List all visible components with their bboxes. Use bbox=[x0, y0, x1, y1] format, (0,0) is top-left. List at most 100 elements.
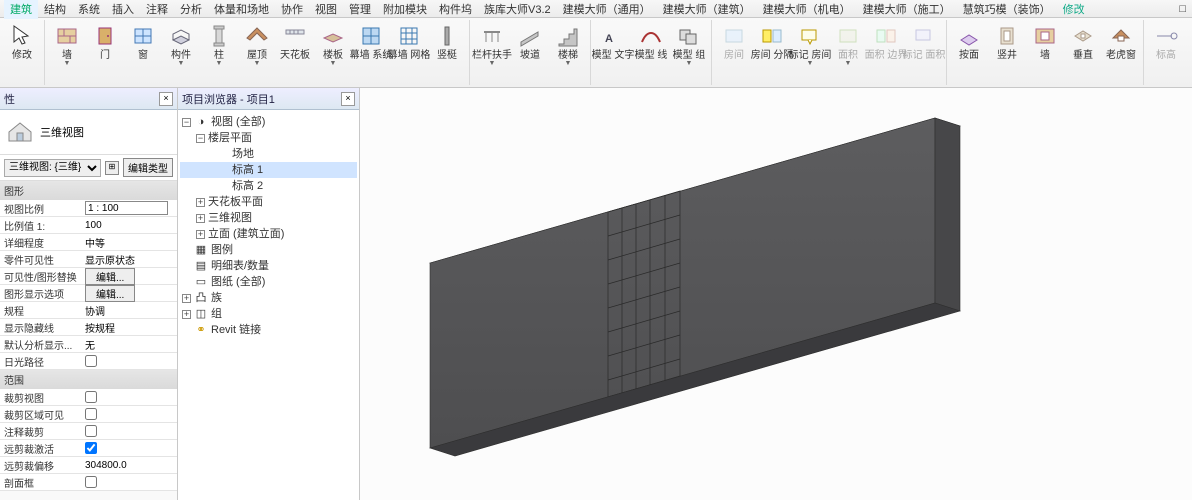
dormer-icon bbox=[1109, 24, 1133, 48]
menu-tab-zuku[interactable]: 族库大师V3.2 bbox=[478, 0, 557, 19]
level-button[interactable]: 标高 bbox=[1148, 22, 1184, 63]
tree-level1[interactable]: 标高 1 bbox=[180, 162, 357, 178]
menu-tab-massing[interactable]: 体量和场地 bbox=[208, 0, 275, 19]
menu-tab-modify[interactable]: 修改 bbox=[1057, 0, 1091, 19]
curtain-grid-button[interactable]: 幕墙 网格 bbox=[391, 22, 427, 63]
shaft-icon bbox=[995, 24, 1019, 48]
room-tag-icon bbox=[798, 24, 822, 48]
floor-button[interactable]: 楼板▼ bbox=[315, 22, 351, 69]
component-button[interactable]: 构件▼ bbox=[163, 22, 199, 69]
menu-tab-jianmo-arch[interactable]: 建模大师（建筑） bbox=[657, 0, 757, 19]
menu-tab-goujianwu[interactable]: 构件坞 bbox=[433, 0, 478, 19]
menu-tab-analyze[interactable]: 分析 bbox=[174, 0, 208, 19]
section-box-checkbox[interactable] bbox=[85, 476, 97, 488]
sun-path-checkbox[interactable] bbox=[85, 355, 97, 367]
tree-schedules[interactable]: ▤明细表/数量 bbox=[180, 258, 357, 274]
properties-panel: 性 × 三维视图 三维视图: {三维} ⊞ 编辑类型 图形 视图比例 比例值 1… bbox=[0, 88, 178, 500]
ceiling-button[interactable]: 天花板 bbox=[277, 22, 313, 63]
prop-far-clip-active: 远剪裁激活 bbox=[0, 440, 177, 457]
vg-edit-button[interactable]: 编辑... bbox=[85, 268, 135, 285]
room-button[interactable]: 房间 bbox=[716, 22, 752, 63]
dropdown-arrow-icon: ▼ bbox=[845, 61, 852, 67]
graphics-section[interactable]: 图形 bbox=[0, 181, 177, 200]
railing-button[interactable]: 栏杆扶手▼ bbox=[474, 22, 510, 69]
crop-view-checkbox[interactable] bbox=[85, 391, 97, 403]
wall-button[interactable]: 墙▼ bbox=[49, 22, 85, 69]
modify-button[interactable]: 修改 bbox=[4, 22, 40, 63]
roof-button[interactable]: 屋顶▼ bbox=[239, 22, 275, 69]
tree-families[interactable]: +凸族 bbox=[180, 290, 357, 306]
model-line-button[interactable]: 模型 线 bbox=[633, 22, 669, 63]
menu-bar: 建筑 结构 系统 插入 注释 分析 体量和场地 协作 视图 管理 附加模块 构件… bbox=[0, 0, 1192, 18]
tree-floor-plans[interactable]: −楼层平面 bbox=[180, 130, 357, 146]
view-scale-input[interactable] bbox=[85, 201, 168, 215]
menu-tab-view[interactable]: 视图 bbox=[309, 0, 343, 19]
tree-ceiling-plans[interactable]: +天花板平面 bbox=[180, 194, 357, 210]
wall-opening-button[interactable]: 墙 bbox=[1027, 22, 1063, 63]
annotation-crop-checkbox[interactable] bbox=[85, 425, 97, 437]
tree-sheets[interactable]: ▭图纸 (全部) bbox=[180, 274, 357, 290]
prop-scale-value: 比例值 1:100 bbox=[0, 217, 177, 234]
type-selector[interactable]: 三维视图: {三维} bbox=[4, 159, 101, 177]
extents-section[interactable]: 范围 bbox=[0, 370, 177, 389]
menu-tab-jianmo-mep[interactable]: 建模大师（机电） bbox=[757, 0, 857, 19]
stairs-icon bbox=[556, 24, 580, 48]
menu-tab-jianmo-constr[interactable]: 建模大师（施工） bbox=[857, 0, 957, 19]
dropdown-arrow-icon: ▼ bbox=[807, 61, 814, 67]
tree-groups[interactable]: +◫组 bbox=[180, 306, 357, 322]
area-boundary-button[interactable]: 面积 边界 bbox=[868, 22, 904, 63]
menu-tab-architecture[interactable]: 建筑 bbox=[4, 0, 38, 19]
menu-tab-collaborate[interactable]: 协作 bbox=[275, 0, 309, 19]
menu-tab-structure[interactable]: 结构 bbox=[38, 0, 72, 19]
component-icon bbox=[169, 24, 193, 48]
type-grid-icon[interactable]: ⊞ bbox=[105, 161, 119, 175]
graphic-display-edit-button[interactable]: 编辑... bbox=[85, 285, 135, 302]
far-clip-active-checkbox[interactable] bbox=[85, 442, 97, 454]
area-button[interactable]: 面积▼ bbox=[830, 22, 866, 69]
menu-tab-addins[interactable]: 附加模块 bbox=[377, 0, 433, 19]
curtain-system-button[interactable]: 幕墙 系统 bbox=[353, 22, 389, 63]
shaft-button[interactable]: 竖井 bbox=[989, 22, 1025, 63]
model-group-icon bbox=[677, 24, 701, 48]
tree-elevations[interactable]: +立面 (建筑立面) bbox=[180, 226, 357, 242]
tree-legends[interactable]: ▦图例 bbox=[180, 242, 357, 258]
door-button[interactable]: 门 bbox=[87, 22, 123, 63]
type-name: 三维视图 bbox=[40, 124, 84, 140]
tree-views-root[interactable]: −◑视图 (全部) bbox=[180, 114, 357, 130]
vertical-opening-button[interactable]: 垂直 bbox=[1065, 22, 1101, 63]
tree-site[interactable]: 场地 bbox=[180, 146, 357, 162]
ribbon-minimize-icon[interactable]: □ bbox=[1173, 1, 1192, 17]
mullion-button[interactable]: 竖梃 bbox=[429, 22, 465, 63]
prop-hidden-lines: 显示隐藏线按规程 bbox=[0, 319, 177, 336]
menu-tab-jianmo-generic[interactable]: 建模大师（通用） bbox=[557, 0, 657, 19]
area-tag-button[interactable]: 标记 面积 bbox=[906, 22, 942, 63]
stairs-button[interactable]: 楼梯▼ bbox=[550, 22, 586, 69]
area-tag-icon bbox=[912, 24, 936, 48]
3d-viewport[interactable] bbox=[360, 88, 1192, 500]
room-tag-button[interactable]: 标记 房间▼ bbox=[792, 22, 828, 69]
menu-tab-systems[interactable]: 系统 bbox=[72, 0, 106, 19]
crop-visible-checkbox[interactable] bbox=[85, 408, 97, 420]
window-button[interactable]: 窗 bbox=[125, 22, 161, 63]
edit-type-button[interactable]: 编辑类型 bbox=[123, 158, 173, 177]
column-button[interactable]: 柱▼ bbox=[201, 22, 237, 69]
prop-sun-path: 日光路径 bbox=[0, 353, 177, 370]
close-icon[interactable]: × bbox=[159, 92, 173, 106]
by-face-button[interactable]: 按面 bbox=[951, 22, 987, 63]
tree-level2[interactable]: 标高 2 bbox=[180, 178, 357, 194]
model-text-button[interactable]: A模型 文字 bbox=[595, 22, 631, 63]
menu-tab-insert[interactable]: 插入 bbox=[106, 0, 140, 19]
tree-revit-links[interactable]: ⚭Revit 链接 bbox=[180, 322, 357, 338]
menu-tab-annotate[interactable]: 注释 bbox=[140, 0, 174, 19]
prop-discipline: 规程协调 bbox=[0, 302, 177, 319]
grid-button[interactable]: 轴网 bbox=[1186, 22, 1192, 63]
svg-text:A: A bbox=[605, 33, 613, 45]
room-separator-button[interactable]: 房间 分隔 bbox=[754, 22, 790, 63]
ramp-button[interactable]: 坡道 bbox=[512, 22, 548, 63]
menu-tab-huizhu[interactable]: 慧筑巧模（装饰） bbox=[957, 0, 1057, 19]
tree-3d-views[interactable]: +三维视图 bbox=[180, 210, 357, 226]
model-group-button[interactable]: 模型 组▼ bbox=[671, 22, 707, 69]
close-icon[interactable]: × bbox=[341, 92, 355, 106]
menu-tab-manage[interactable]: 管理 bbox=[343, 0, 377, 19]
dormer-button[interactable]: 老虎窗 bbox=[1103, 22, 1139, 63]
